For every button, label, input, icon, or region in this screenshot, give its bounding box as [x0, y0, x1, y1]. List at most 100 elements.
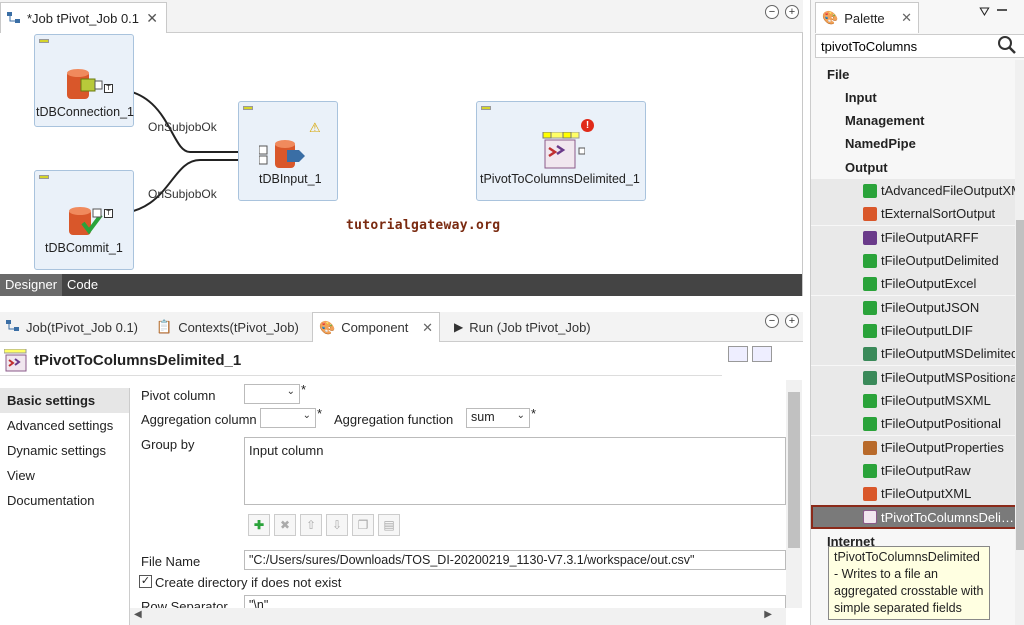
palette-search-input[interactable]: [815, 34, 1024, 58]
job-tab[interactable]: *Job tPivot_Job 0.1 ✕: [0, 2, 167, 33]
tab-designer[interactable]: Designer: [0, 274, 63, 296]
palette-tooltip: tPivotToColumnsDelimited - Writes to a f…: [828, 546, 990, 620]
job-canvas[interactable]: tDBConnection_1 OnSubjobOk tDBCommit_1 O…: [0, 34, 802, 274]
component-dbcommit[interactable]: tDBCommit_1: [34, 170, 134, 270]
palette-item[interactable]: tFileOutputProperties: [811, 436, 1015, 459]
palette-item-selected[interactable]: tPivotToColumnsDelimited: [811, 505, 1021, 529]
close-icon[interactable]: ✕: [422, 320, 433, 336]
tab-component[interactable]: 🎨 Component ✕: [312, 312, 440, 342]
close-icon[interactable]: ✕: [901, 10, 912, 26]
aggregation-column-select[interactable]: ⌄: [260, 408, 316, 428]
list-view-icon[interactable]: [752, 346, 772, 362]
settings-vertical-scrollbar[interactable]: [786, 380, 802, 608]
tab-job[interactable]: Job(tPivot_Job 0.1): [0, 312, 144, 342]
palette-item[interactable]: tExternalSortOutput: [811, 202, 1015, 225]
nav-view[interactable]: View: [0, 463, 129, 488]
palette-item[interactable]: tFileOutputMSDelimited: [811, 342, 1015, 365]
palette-item[interactable]: tFileOutputRaw: [811, 459, 1015, 482]
pivot-component-icon: [4, 348, 27, 371]
file-name-label: File Name: [141, 554, 201, 569]
create-directory-checkbox[interactable]: ✓: [139, 575, 152, 588]
tab-label: Contexts(tPivot_Job): [178, 319, 299, 335]
aggregation-function-select[interactable]: sum ⌄: [466, 408, 530, 428]
palette-settings-icon[interactable]: ⛛: [979, 4, 990, 20]
grid-view-icon[interactable]: [728, 346, 748, 362]
file-output-icon: [863, 486, 877, 501]
designer-code-tabs: Designer Code: [0, 274, 802, 296]
file-output-icon: [863, 416, 877, 431]
view-toggle: [728, 346, 772, 362]
palette-group-output[interactable]: Output: [811, 156, 1015, 179]
file-output-icon: [863, 346, 877, 361]
aggregation-function-label: Aggregation function: [334, 412, 454, 427]
palette-group-management[interactable]: Management: [811, 109, 1015, 132]
component-label: tDBInput_1: [259, 172, 322, 186]
group-by-table[interactable]: Input column: [244, 437, 786, 505]
file-output-icon: [863, 276, 877, 291]
palette-group-namedpipe[interactable]: NamedPipe: [811, 132, 1015, 155]
palette-group-input[interactable]: Input: [811, 86, 1015, 109]
run-icon: ▶: [454, 320, 464, 334]
component-dbinput[interactable]: ⚠ tDBInput_1: [238, 101, 338, 201]
group-by-column-header: Input column: [249, 443, 324, 458]
row-separator-label: Row Separator: [141, 599, 228, 608]
palette-scrollbar[interactable]: [1015, 60, 1024, 625]
palette-item[interactable]: tFileOutputLDIF: [811, 319, 1015, 342]
file-output-icon: [863, 323, 877, 338]
palette-item[interactable]: tFileOutputExcel: [811, 272, 1015, 295]
component-label: tDBConnection_1: [36, 105, 134, 119]
pivot-column-select[interactable]: ⌄: [244, 384, 300, 404]
file-name-input[interactable]: "C:/Users/sures/Downloads/TOS_DI-2020021…: [244, 550, 786, 570]
close-icon[interactable]: ✕: [146, 10, 158, 27]
maximize-icon[interactable]: +: [785, 314, 799, 328]
minimize-icon[interactable]: −: [765, 314, 779, 328]
palette-item[interactable]: tFileOutputARFF: [811, 226, 1015, 249]
copy-button[interactable]: ❐: [352, 514, 374, 536]
component-dbconnection[interactable]: tDBConnection_1: [34, 34, 134, 127]
add-row-button[interactable]: ✚: [248, 514, 270, 536]
palette-item[interactable]: tFileOutputMSXML: [811, 389, 1015, 412]
tab-label: Job(tPivot_Job 0.1): [26, 319, 139, 335]
tab-contexts[interactable]: 📋 Contexts(tPivot_Job): [150, 312, 305, 342]
tab-code[interactable]: Code: [62, 274, 103, 296]
palette-tab[interactable]: 🎨 Palette ✕: [815, 2, 919, 33]
settings-horizontal-scrollbar[interactable]: ◀ ▶: [130, 608, 786, 625]
palette-item[interactable]: tAdvancedFileOutputXML: [811, 179, 1015, 202]
bottom-tabbar: Job(tPivot_Job 0.1) 📋 Contexts(tPivot_Jo…: [0, 312, 803, 342]
move-down-button[interactable]: ⇩: [326, 514, 348, 536]
palette-item[interactable]: tFileOutputPositional: [811, 412, 1015, 435]
palette-group-file[interactable]: File: [811, 63, 1015, 86]
nav-basic-settings[interactable]: Basic settings: [0, 388, 129, 413]
tab-label: Component: [341, 320, 409, 335]
remove-row-button[interactable]: ✖: [274, 514, 296, 536]
required-marker: *: [301, 382, 307, 397]
warning-icon: ⚠: [309, 120, 321, 135]
nav-dynamic-settings[interactable]: Dynamic settings: [0, 438, 129, 463]
chevron-down-icon: ⌄: [302, 410, 311, 421]
pivot-column-label: Pivot column: [141, 388, 216, 403]
component-label: tDBCommit_1: [45, 241, 123, 255]
file-output-icon: [863, 206, 877, 221]
component-label: tPivotToColumnsDelimited_1: [480, 172, 640, 186]
component-title: tPivotToColumnsDelimited_1: [34, 352, 242, 369]
component-pivot[interactable]: ! tPivotToColumnsDelimited_1: [476, 101, 646, 201]
chevron-down-icon: ⌄: [516, 410, 525, 421]
palette-item[interactable]: tFileOutputXML: [811, 482, 1015, 505]
search-icon[interactable]: [997, 35, 1017, 58]
nav-documentation[interactable]: Documentation: [0, 488, 129, 513]
move-up-button[interactable]: ⇧: [300, 514, 322, 536]
paste-button[interactable]: ▤: [378, 514, 400, 536]
minimize-icon[interactable]: −: [765, 5, 779, 19]
palette-item[interactable]: tFileOutputDelimited: [811, 249, 1015, 272]
minimize-icon[interactable]: [997, 9, 1007, 11]
file-output-icon: [863, 463, 877, 478]
nav-advanced-settings[interactable]: Advanced settings: [0, 413, 129, 438]
job-icon: [7, 12, 21, 24]
maximize-icon[interactable]: +: [785, 5, 799, 19]
file-output-icon: [863, 230, 877, 245]
palette-item[interactable]: tFileOutputMSPositional: [811, 366, 1015, 389]
row-separator-input[interactable]: "\n": [244, 595, 786, 608]
chevron-down-icon: ⌄: [286, 386, 295, 397]
tab-run[interactable]: ▶ Run (Job tPivot_Job): [448, 312, 597, 342]
palette-item[interactable]: tFileOutputJSON: [811, 296, 1015, 319]
